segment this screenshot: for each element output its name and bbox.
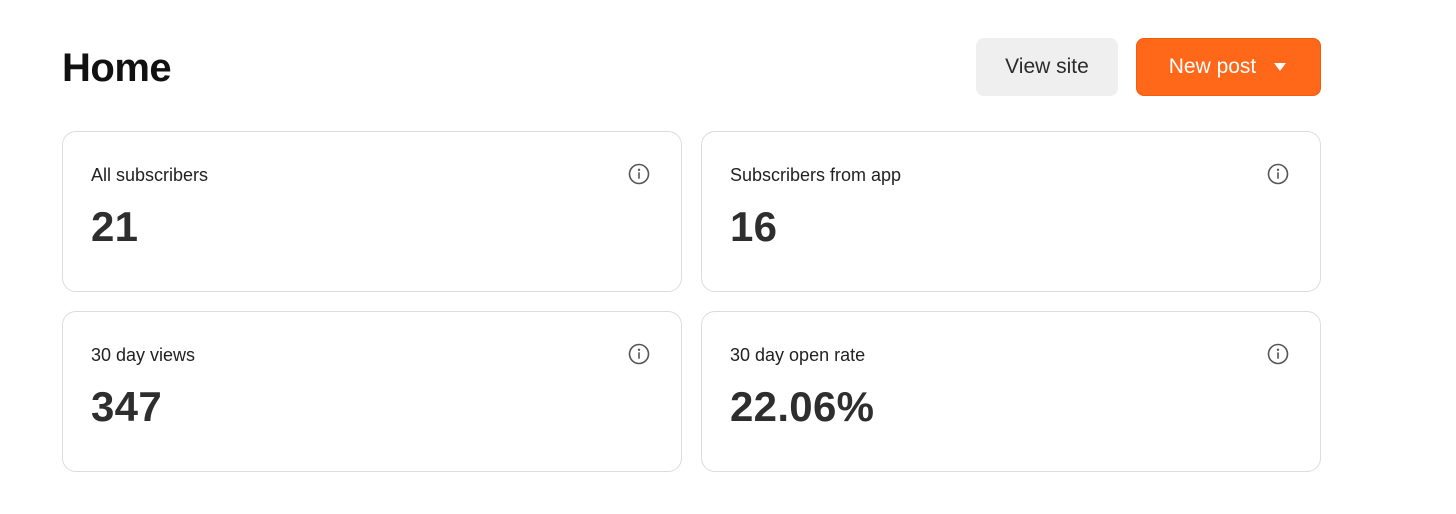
- header-actions: View site New post: [976, 38, 1321, 96]
- new-post-button[interactable]: New post: [1136, 38, 1321, 96]
- stat-card-subscribers-from-app: Subscribers from app 16: [701, 131, 1321, 292]
- view-site-label: View site: [1005, 55, 1089, 78]
- stat-value: 347: [91, 383, 162, 430]
- stats-grid: All subscribers 21 Subscribers from app …: [62, 131, 1321, 472]
- view-site-button[interactable]: View site: [976, 38, 1118, 96]
- stat-label: 30 day views: [91, 345, 196, 365]
- stat-card-30-day-open-rate: 30 day open rate 22.06%: [701, 311, 1321, 472]
- caret-down-icon: [1274, 63, 1287, 71]
- info-icon[interactable]: [1267, 163, 1289, 185]
- stat-card-30-day-views: 30 day views 347: [62, 311, 682, 472]
- info-icon[interactable]: [1267, 343, 1289, 365]
- page-header: Home View site New post: [62, 38, 1321, 96]
- stat-label: Subscribers from app: [730, 165, 902, 185]
- stat-card-all-subscribers: All subscribers 21: [62, 131, 682, 292]
- info-icon[interactable]: [628, 343, 650, 365]
- page-title: Home: [62, 46, 172, 90]
- new-post-label: New post: [1168, 55, 1257, 78]
- stat-label: 30 day open rate: [730, 345, 866, 365]
- stat-value: 22.06%: [730, 383, 875, 430]
- home-dashboard: Home View site New post All subscribers …: [62, 38, 1321, 472]
- stat-label: All subscribers: [91, 165, 209, 185]
- info-icon[interactable]: [628, 163, 650, 185]
- stat-value: 21: [91, 203, 139, 250]
- stat-value: 16: [730, 203, 778, 250]
